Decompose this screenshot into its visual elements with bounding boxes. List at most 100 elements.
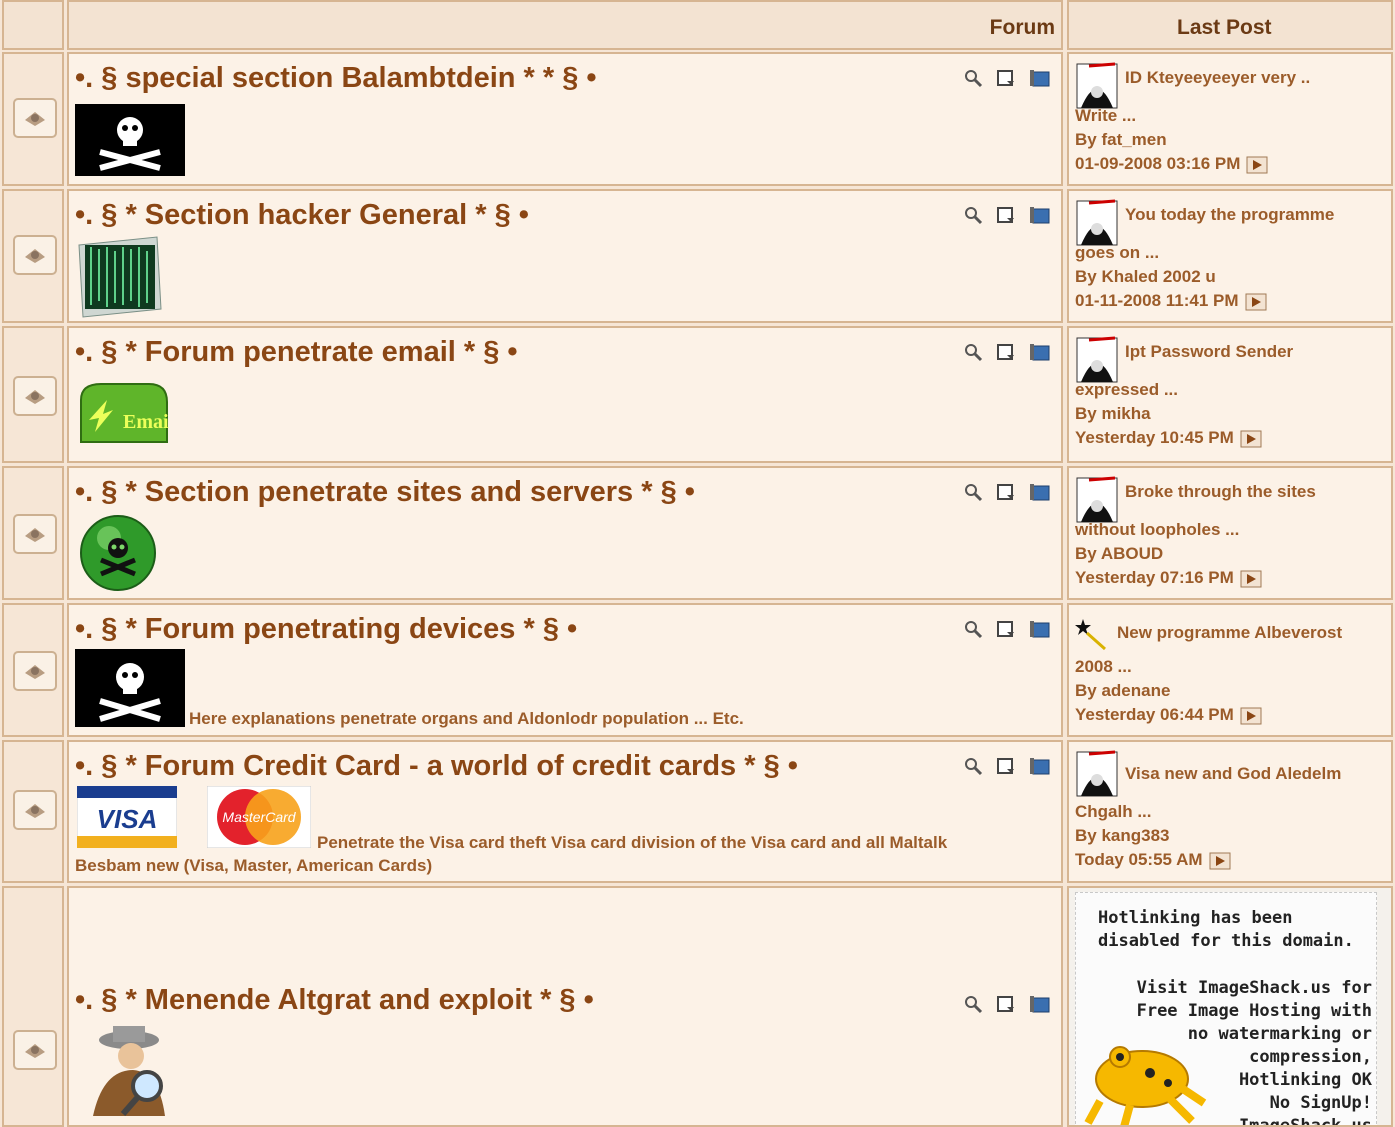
hotlink-line: disabled for this domain. (1098, 931, 1354, 951)
search-icon[interactable] (963, 68, 983, 88)
last-post-cell: Broke through the sites without loophole… (1067, 466, 1393, 600)
last-post-time: 01-09-2008 03:16 PM (1075, 154, 1241, 173)
last-post-time: Yesterday 06:44 PM (1075, 705, 1234, 724)
frog-logo-icon (1084, 1046, 1207, 1125)
forum-row[interactable]: •. § * Forum Credit Card - a world of cr… (67, 740, 1063, 883)
forum-tools (963, 68, 1050, 88)
header-last-post-cell: Last Post (1067, 0, 1393, 50)
search-icon[interactable] (963, 205, 983, 225)
go-to-post-icon[interactable] (1240, 570, 1262, 588)
go-to-post-icon[interactable] (1240, 430, 1262, 448)
forum-title-link[interactable]: •. § special section Balambtdein * * § • (75, 62, 597, 95)
search-icon[interactable] (963, 619, 983, 639)
hotlink-line: Hotlinking has been (1098, 908, 1293, 928)
forum-row[interactable]: •. § * Forum penetrate email * § • Email (67, 326, 1063, 463)
forum-info-icon[interactable] (1029, 205, 1050, 225)
new-topic-icon[interactable] (996, 342, 1016, 362)
forum-title-link[interactable]: •. § * Menende Altgrat and exploit * § • (75, 984, 594, 1017)
last-post-author[interactable]: By kang383 (1075, 826, 1170, 846)
new-topic-icon[interactable] (996, 205, 1016, 225)
forum-title-link[interactable]: •. § * Section hacker General * § • (75, 199, 529, 232)
forum-status-icon (13, 790, 57, 830)
forum-row[interactable]: •. § * Menende Altgrat and exploit * § • (67, 886, 1063, 1127)
hotlink-message-top: Hotlinking has been disabled for this do… (1098, 907, 1354, 953)
last-post-author[interactable]: By fat_men (1075, 130, 1167, 150)
forum-status-icon (13, 651, 57, 691)
last-post-time: Yesterday 07:16 PM (1075, 568, 1234, 587)
forum-title-link[interactable]: •. § * Forum penetrate email * § • (75, 336, 518, 369)
forum-info-icon[interactable] (1029, 756, 1050, 776)
reaper-avatar-icon (1076, 750, 1118, 797)
forum-info-icon[interactable] (1029, 994, 1050, 1014)
last-post-cell: You today the programme goes on ... By K… (1067, 189, 1393, 323)
reaper-avatar-icon (1076, 199, 1118, 246)
forum-title-link[interactable]: •. § * Forum penetrating devices * § • (75, 613, 577, 646)
last-post-topic-cont[interactable]: without loopholes ... (1075, 520, 1239, 540)
forum-row[interactable]: •. § * Section hacker General * § • (67, 189, 1063, 323)
last-post-topic-link[interactable]: New programme Albeverost (1117, 623, 1342, 643)
last-post-topic-link[interactable]: Ipt Password Sender (1125, 342, 1293, 362)
forum-info-icon[interactable] (1029, 482, 1050, 502)
forum-status-cell (2, 886, 64, 1127)
reaper-avatar-icon (1076, 62, 1118, 109)
forum-status-icon (13, 1030, 57, 1070)
last-post-author[interactable]: By ABOUD (1075, 544, 1163, 564)
forum-status-cell (2, 603, 64, 737)
search-icon[interactable] (963, 342, 983, 362)
header-forum-label: Forum (989, 16, 1055, 39)
forum-row[interactable]: •. § special section Balambtdein * * § • (67, 52, 1063, 186)
forum-info-icon[interactable] (1029, 68, 1050, 88)
header-forum-cell: Forum (67, 0, 1063, 50)
forum-info-icon[interactable] (1029, 342, 1050, 362)
mastercard-icon: MasterCard (207, 786, 311, 848)
go-to-post-icon[interactable] (1245, 293, 1267, 311)
new-topic-icon[interactable] (996, 482, 1016, 502)
forum-table: Forum Last Post •. § special section Bal… (0, 0, 1395, 1127)
forum-description: Penetrate the Visa card theft Visa card … (317, 833, 948, 852)
search-icon[interactable] (963, 994, 983, 1014)
last-post-topic-cont[interactable]: goes on ... (1075, 243, 1159, 263)
forum-status-icon (13, 376, 57, 416)
last-post-topic-cont[interactable]: Write ... (1075, 106, 1136, 126)
forum-status-icon (13, 98, 57, 138)
new-topic-icon[interactable] (996, 68, 1016, 88)
forum-status-cell (2, 52, 64, 186)
last-post-author[interactable]: By Khaled 2002 u (1075, 267, 1216, 287)
forum-row[interactable]: •. § * Forum penetrating devices * § • H… (67, 603, 1063, 737)
header-last-post-label: Last Post (1177, 16, 1272, 39)
last-post-topic-link[interactable]: Broke through the sites (1125, 482, 1316, 502)
go-to-post-icon[interactable] (1209, 852, 1231, 870)
last-post-cell: New programme Albeverost 2008 ... By ade… (1067, 603, 1393, 737)
last-post-topic-cont[interactable]: 2008 ... (1075, 657, 1132, 677)
last-post-topic-link[interactable]: You today the programme (1125, 205, 1334, 225)
last-post-time: Today 05:55 AM (1075, 850, 1203, 869)
last-post-topic-cont[interactable]: expressed ... (1075, 380, 1178, 400)
new-topic-icon[interactable] (996, 756, 1016, 776)
new-topic-icon[interactable] (996, 619, 1016, 639)
search-icon[interactable] (963, 756, 983, 776)
forum-title-link[interactable]: •. § * Forum Credit Card - a world of cr… (75, 750, 798, 783)
search-icon[interactable] (963, 482, 983, 502)
email-mailbox-icon: Email (80, 383, 169, 443)
last-post-topic-link[interactable]: ID Kteyeeyeeyer very .. (1125, 68, 1310, 88)
last-post-cell: ID Kteyeeyeeyer very .. Write ... By fat… (1067, 52, 1393, 186)
last-post-time: Yesterday 10:45 PM (1075, 428, 1234, 447)
forum-row[interactable]: •. § * Section penetrate sites and serve… (67, 466, 1063, 600)
forum-status-cell (2, 326, 64, 463)
last-post-topic-cont[interactable]: Chgalh ... (1075, 802, 1152, 822)
last-post-topic-link[interactable]: Visa new and God Aledelm (1125, 764, 1341, 784)
last-post-cell: Ipt Password Sender expressed ... By mik… (1067, 326, 1393, 463)
hotlink-placeholder-cell: Hotlinking has been disabled for this do… (1067, 886, 1393, 1127)
email-icon-text: Email (123, 411, 169, 433)
new-topic-icon[interactable] (996, 994, 1016, 1014)
last-post-author[interactable]: By mikha (1075, 404, 1151, 424)
last-post-author[interactable]: By adenane (1075, 681, 1170, 701)
reaper-avatar-icon (1076, 476, 1118, 523)
forum-description: Here explanations penetrate organs and A… (189, 709, 744, 728)
go-to-post-icon[interactable] (1246, 156, 1268, 174)
go-to-post-icon[interactable] (1240, 707, 1262, 725)
mastercard-text: MasterCard (222, 809, 296, 825)
forum-info-icon[interactable] (1029, 619, 1050, 639)
forum-status-cell (2, 189, 64, 323)
forum-title-link[interactable]: •. § * Section penetrate sites and serve… (75, 476, 695, 509)
